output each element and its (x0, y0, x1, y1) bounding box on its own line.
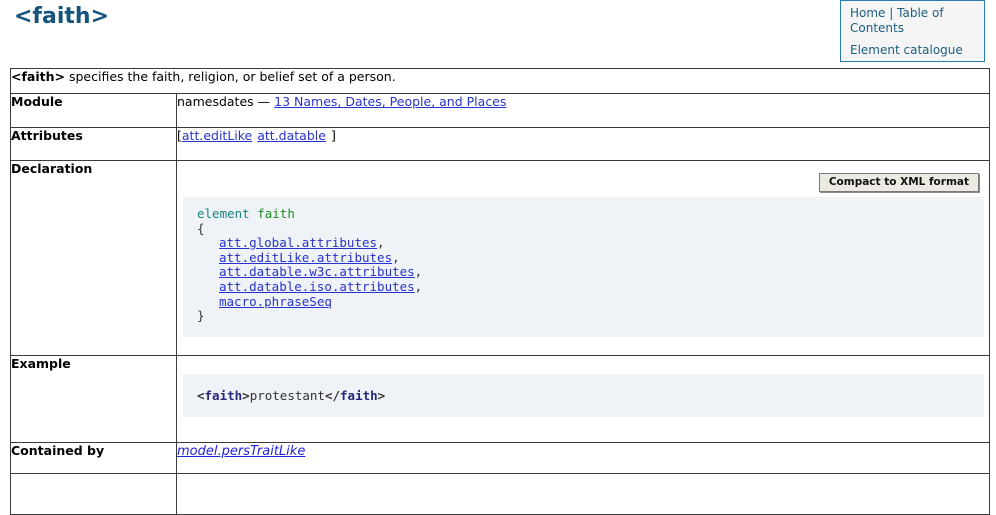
module-chapter-link[interactable]: 13 Names, Dates, People, and Places (274, 94, 506, 109)
compact-to-xml-button[interactable]: Compact to XML format (819, 173, 979, 192)
declaration-toolbar: Compact to XML format (177, 161, 989, 193)
next-row-content-cell (177, 474, 990, 515)
contained-by-row: Contained by model.persTraitLike (11, 443, 990, 474)
example-content-cell: <faith>protestant</faith> (177, 356, 990, 443)
declaration-member-link[interactable]: att.datable.iso.attributes (219, 279, 415, 294)
attributes-label: Attributes (11, 128, 177, 161)
brace-open: { (197, 222, 984, 237)
module-row: Module namesdates — 13 Names, Dates, Peo… (11, 94, 990, 128)
example-code-block: <faith>protestant</faith> (183, 374, 984, 417)
next-row-label-cell (11, 474, 177, 515)
next-row-partial (11, 474, 990, 515)
member-comma: , (415, 279, 423, 294)
declaration-code-block: element faith{att.global.attributes,att.… (183, 197, 984, 337)
open-tag-punct: < (197, 388, 205, 403)
attribute-class-link[interactable]: att.editLike (182, 128, 252, 143)
declaration-member-line: att.global.attributes, (197, 236, 984, 251)
attributes-value-cell: [att.editLikeatt.datable] (177, 128, 990, 161)
attribute-class-link[interactable]: att.datable (257, 128, 326, 143)
declaration-member-line: macro.phraseSeq (197, 295, 984, 310)
open-tag-end: > (242, 388, 250, 403)
declaration-row: Declaration Compact to XML format elemen… (11, 161, 990, 356)
close-tag-end: > (378, 388, 386, 403)
module-label: Module (11, 94, 177, 128)
description-row: <faith> specifies the faith, religion, o… (11, 69, 990, 94)
element-name: <faith> (11, 69, 65, 84)
contained-by-label: Contained by (11, 443, 177, 474)
nav-line-1: Home | Table of Contents (850, 6, 976, 36)
keyword-element: element (197, 206, 250, 221)
brace-close: } (197, 309, 984, 324)
example-label: Example (11, 356, 177, 443)
module-name: namesdates — (177, 94, 270, 109)
declaration-label: Declaration (11, 161, 177, 356)
example-row: Example <faith>protestant</faith> (11, 356, 990, 443)
description-cell: <faith> specifies the faith, religion, o… (11, 69, 990, 94)
bracket-close: ] (331, 128, 336, 143)
module-value-cell: namesdates — 13 Names, Dates, People, an… (177, 94, 990, 128)
close-tag-punct: </ (325, 388, 340, 403)
open-tag-name: faith (205, 388, 243, 403)
declaration-member-link[interactable]: att.global.attributes (219, 235, 377, 250)
member-comma: , (392, 250, 400, 265)
attribute-class-list: att.editLike att.datable (182, 128, 331, 143)
declaration-first-line: element faith (197, 207, 984, 222)
declaration-member-line: att.editLike.attributes, (197, 251, 984, 266)
close-tag-name: faith (340, 388, 378, 403)
member-comma: , (415, 264, 423, 279)
description-text: specifies the faith, religion, or belief… (69, 69, 396, 84)
declaration-member-line: att.datable.w3c.attributes, (197, 265, 984, 280)
page-title: <faith> (14, 4, 109, 29)
declaration-content-cell: Compact to XML format element faith{att.… (177, 161, 990, 356)
member-comma: , (377, 235, 385, 250)
declaration-member-link[interactable]: macro.phraseSeq (219, 294, 332, 309)
declaration-member-line: att.datable.iso.attributes, (197, 280, 984, 295)
nav-box: Home | Table of Contents Element catalog… (840, 0, 985, 62)
nav-home-link[interactable]: Home (850, 6, 885, 20)
nav-line-2: Element catalogue (850, 43, 976, 58)
attributes-row: Attributes [att.editLikeatt.datable] (11, 128, 990, 161)
declaration-member-link[interactable]: att.datable.w3c.attributes (219, 264, 415, 279)
declaration-members: att.global.attributes,att.editLike.attri… (197, 236, 984, 309)
contained-by-value-cell: model.persTraitLike (177, 443, 990, 474)
nav-element-catalogue-link[interactable]: Element catalogue (850, 43, 963, 57)
example-content-text: protestant (250, 388, 325, 403)
declaration-member-link[interactable]: att.editLike.attributes (219, 250, 392, 265)
declared-element-name: faith (257, 206, 295, 221)
contained-by-link[interactable]: model.persTraitLike (177, 444, 305, 459)
element-doc-table: <faith> specifies the faith, religion, o… (10, 68, 990, 515)
nav-separator: | (889, 6, 893, 20)
